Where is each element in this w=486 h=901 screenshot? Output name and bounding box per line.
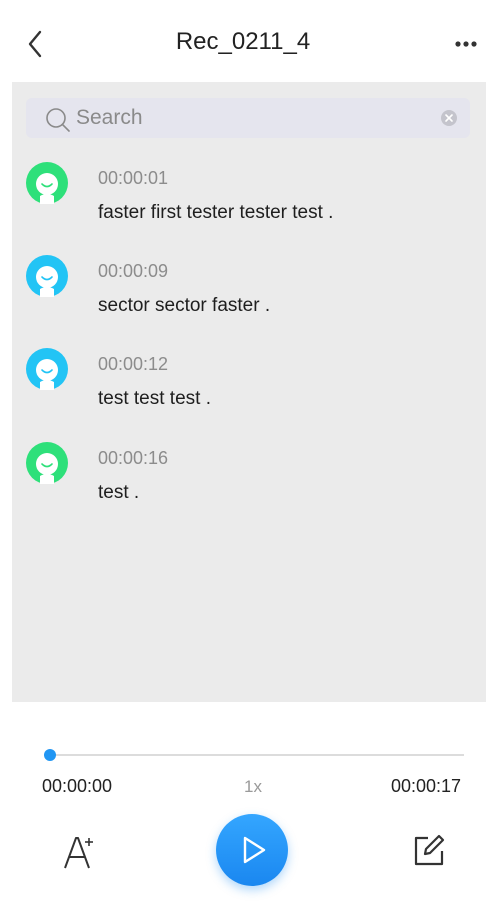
clear-search-button[interactable] bbox=[440, 109, 458, 127]
font-size-icon bbox=[64, 837, 93, 869]
progress-thumb[interactable] bbox=[44, 749, 56, 761]
transcript-item[interactable]: 00:00:01 faster first tester tester test… bbox=[0, 160, 486, 250]
transcript-text: sector sector faster . bbox=[98, 295, 271, 316]
timestamp: 00:00:16 bbox=[98, 448, 169, 468]
more-dots-icon bbox=[455, 41, 477, 47]
more-button[interactable] bbox=[452, 30, 480, 58]
transcript-item[interactable]: 00:00:12 test test test . bbox=[0, 346, 486, 436]
speaker-avatar-icon bbox=[26, 442, 68, 484]
progress-track[interactable] bbox=[50, 754, 464, 756]
speaker-avatar-icon bbox=[26, 255, 68, 297]
transcript-text: test test test . bbox=[98, 388, 211, 409]
transcript-text: faster first tester tester test . bbox=[98, 202, 334, 223]
speaker-avatar-icon bbox=[26, 162, 68, 204]
transcript-item[interactable]: 00:00:09 sector sector faster . bbox=[0, 253, 486, 343]
speaker-avatar-icon bbox=[26, 348, 68, 390]
page-title: Rec_0211_4 bbox=[175, 28, 311, 55]
timestamp: 00:00:09 bbox=[98, 261, 169, 281]
timestamp: 00:00:12 bbox=[98, 354, 169, 374]
play-icon bbox=[243, 836, 266, 864]
transcript-text: test . bbox=[98, 482, 140, 503]
transcript-item[interactable]: 00:00:16 test . bbox=[0, 440, 486, 530]
edit-icon bbox=[414, 834, 445, 866]
search-input[interactable] bbox=[76, 103, 406, 133]
timestamp: 00:00:01 bbox=[98, 168, 169, 188]
clear-circle-icon bbox=[441, 110, 457, 126]
play-button[interactable] bbox=[216, 814, 288, 886]
edit-button[interactable] bbox=[411, 832, 447, 868]
total-time: 00:00:17 bbox=[391, 776, 462, 796]
search-icon bbox=[44, 106, 72, 134]
font-size-button[interactable] bbox=[62, 830, 102, 872]
